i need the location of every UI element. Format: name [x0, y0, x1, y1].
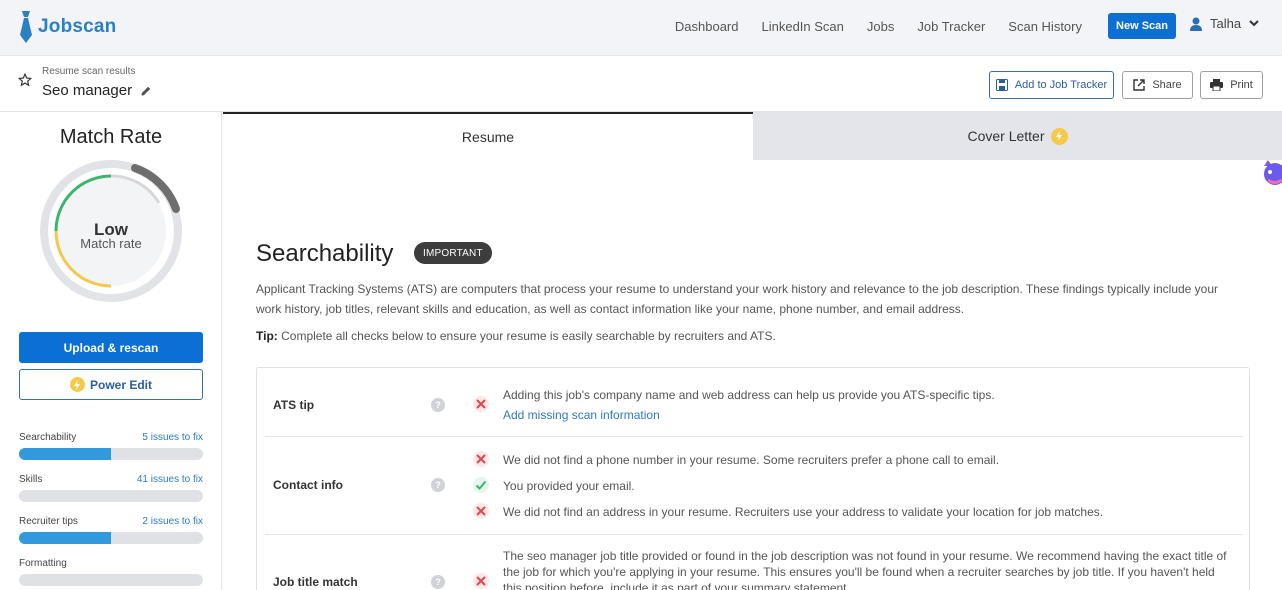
- pencil-icon[interactable]: [140, 84, 153, 97]
- check-text: this position before, include it as part…: [503, 581, 850, 590]
- metric-label: Formatting: [19, 558, 67, 569]
- check-text: We did not find a phone number in your r…: [503, 453, 1000, 467]
- share-label: Share: [1152, 79, 1182, 91]
- scan-kicker: Resume scan results: [42, 66, 136, 77]
- power-edit-label: Power Edit: [89, 377, 152, 392]
- scan-header: Resume scan results Seo manager Add to J…: [0, 56, 1282, 112]
- upload-rescan-button[interactable]: Upload & rescan: [19, 332, 203, 363]
- nav-links: Dashboard LinkedIn Scan Jobs Job Tracker…: [652, 0, 1082, 52]
- check-text: We did not find an address in your resum…: [503, 505, 1104, 519]
- tip-text: Complete all checks below to ensure your…: [277, 329, 776, 343]
- tab-cover-letter[interactable]: Cover Letter: [753, 112, 1282, 160]
- metric-progress-bar: [19, 490, 203, 502]
- tip-label: Tip:: [256, 329, 278, 343]
- match-rate-title: Match Rate: [59, 126, 163, 148]
- help-icon[interactable]: ?: [431, 575, 445, 589]
- nav-jobs[interactable]: Jobs: [867, 19, 894, 34]
- section-tip: Tip: Complete all checks below to ensure…: [256, 329, 776, 343]
- lightning-icon: [69, 377, 85, 392]
- fail-icon: [473, 451, 489, 467]
- nav-linkedin-scan[interactable]: LinkedIn Scan: [762, 19, 844, 34]
- check-label: ATS tip: [273, 398, 315, 412]
- check-label: Job title match: [273, 575, 358, 589]
- metric-progress-fill: [19, 448, 111, 460]
- external-link-icon: [1133, 79, 1146, 91]
- sidebar: Match Rate Low Match rate Upload & resca…: [0, 112, 222, 590]
- nav-job-tracker[interactable]: Job Tracker: [917, 19, 985, 34]
- important-badge: IMPORTANT: [414, 242, 492, 264]
- section-description: Applicant Tracking Systems (ATS) are com…: [256, 282, 1219, 316]
- check-label: Contact info: [273, 478, 343, 492]
- metric-progress-bar: [19, 448, 203, 460]
- add-missing-info-link[interactable]: Add missing scan information: [503, 407, 660, 423]
- metric-skills: Skills 41 issues to fix: [19, 474, 203, 502]
- assistant-bot-icon[interactable]: [1262, 158, 1282, 188]
- new-scan-button[interactable]: New Scan: [1108, 13, 1176, 39]
- checks-card: ATS tip ? Adding this job's company name…: [256, 367, 1250, 590]
- report-tabs: Resume Cover Letter: [223, 112, 1282, 160]
- tie-logo-icon: [20, 11, 32, 43]
- metric-recruiter-tips: Recruiter tips 2 issues to fix: [19, 516, 203, 544]
- star-icon[interactable]: [18, 73, 32, 87]
- nav-scan-history[interactable]: Scan History: [1008, 19, 1082, 34]
- nav-dashboard[interactable]: Dashboard: [675, 19, 739, 34]
- chevron-down-icon: [1249, 20, 1259, 27]
- fail-icon: [473, 573, 489, 589]
- check-text: Adding this job's company name and web a…: [503, 388, 995, 402]
- user-name: Talha: [1210, 16, 1242, 31]
- metric-progress-bar: [19, 574, 203, 586]
- fail-icon: [473, 396, 489, 412]
- help-icon[interactable]: ?: [431, 478, 445, 492]
- jobscan-logo[interactable]: Jobscan: [18, 10, 117, 44]
- top-nav: Jobscan Dashboard LinkedIn Scan Jobs Job…: [0, 0, 1282, 56]
- printer-icon: [1210, 79, 1224, 91]
- floppy-icon: [995, 79, 1008, 91]
- tab-resume[interactable]: Resume: [223, 112, 753, 160]
- user-icon: [1190, 17, 1202, 31]
- metric-label: Skills: [19, 474, 43, 485]
- metric-progress-bar: [19, 532, 203, 544]
- help-icon[interactable]: ?: [431, 398, 445, 412]
- user-menu[interactable]: Talha: [1190, 16, 1259, 31]
- metric-issues-link[interactable]: 5 issues to fix: [142, 432, 203, 443]
- check-icon: [473, 477, 489, 493]
- metric-label: Recruiter tips: [19, 516, 78, 527]
- tab-cover-letter-label: Cover Letter: [967, 128, 1045, 144]
- print-button[interactable]: Print: [1200, 71, 1263, 99]
- check-text: the job for which you're applying in you…: [503, 565, 1215, 579]
- share-button[interactable]: Share: [1122, 71, 1193, 99]
- metric-formatting: Formatting: [19, 558, 203, 586]
- fail-icon: [473, 503, 489, 519]
- metric-progress-fill: [19, 532, 111, 544]
- section-title: Searchability: [256, 240, 394, 267]
- metric-issues-link[interactable]: 41 issues to fix: [137, 474, 203, 485]
- metric-label: Searchability: [19, 432, 77, 443]
- metric-issues-link[interactable]: 2 issues to fix: [142, 516, 203, 527]
- print-label: Print: [1230, 79, 1253, 91]
- add-to-job-tracker-button[interactable]: Add to Job Tracker: [989, 71, 1114, 99]
- metric-searchability: Searchability 5 issues to fix: [19, 432, 203, 460]
- power-edit-button[interactable]: Power Edit: [19, 369, 203, 400]
- lightning-icon: [1050, 127, 1068, 145]
- scan-title: Seo manager: [42, 82, 133, 99]
- brand-name: Jobscan: [38, 16, 117, 37]
- check-text: You provided your email.: [503, 479, 635, 493]
- row-divider: [265, 436, 1243, 437]
- check-text: The seo manager job title provided or fo…: [503, 549, 1227, 563]
- add-to-job-tracker-label: Add to Job Tracker: [1014, 79, 1108, 91]
- match-rate-caption: Match rate: [80, 236, 142, 251]
- row-divider: [265, 534, 1243, 535]
